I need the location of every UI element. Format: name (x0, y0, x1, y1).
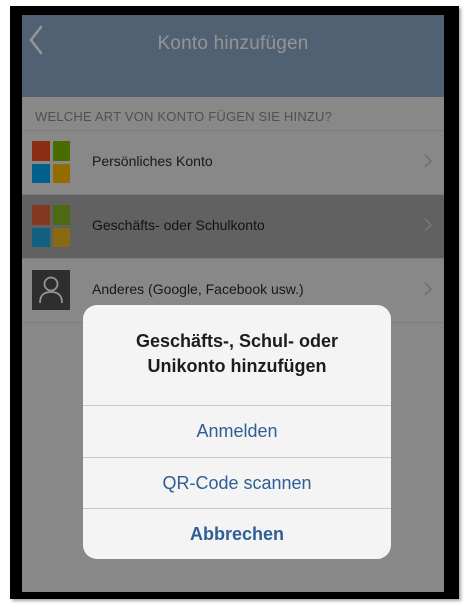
action-sheet-title-line1: Geschäfts-, Schul- oder (135, 331, 339, 351)
sign-in-button[interactable]: Anmelden (83, 405, 391, 457)
phone-screen: Konto hinzufügen WELCHE ART VON KONTO FÜ… (22, 15, 444, 592)
action-sheet-title-line2: Unikonto hinzufügen (147, 356, 327, 376)
scan-qr-code-button[interactable]: QR-Code scannen (83, 457, 391, 509)
action-sheet-title: Geschäfts-, Schul- oder Unikonto hinzufü… (83, 329, 391, 379)
cancel-button[interactable]: Abbrechen (83, 508, 391, 559)
action-sheet: Geschäfts-, Schul- oder Unikonto hinzufü… (83, 305, 391, 559)
